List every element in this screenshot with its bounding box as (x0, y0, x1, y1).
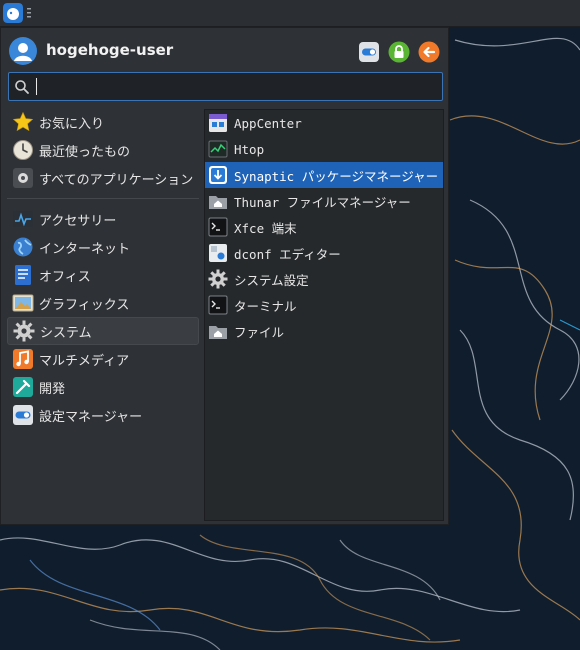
category-label: 開発 (39, 381, 66, 397)
accessories-icon (13, 211, 33, 227)
app-label: Synaptic パッケージマネージャー (234, 168, 439, 184)
settings-toggle-button[interactable] (358, 41, 380, 63)
panel-handle-icon[interactable] (26, 7, 32, 19)
app-item-terminal[interactable]: ターミナル (205, 292, 443, 318)
lock-screen-button[interactable] (388, 41, 410, 63)
store-icon (209, 114, 227, 132)
settings-gear-icon (208, 269, 228, 289)
category-multimedia[interactable]: マルチメディア (7, 345, 199, 373)
toggle-icon (13, 405, 33, 425)
category-recent[interactable]: 最近使ったもの (7, 136, 199, 164)
category-label: システム (40, 325, 92, 341)
category-label: オフィス (39, 269, 91, 285)
app-label: AppCenter (234, 115, 302, 131)
globe-icon (13, 237, 33, 257)
gear-icon (13, 320, 35, 342)
search-icon (15, 80, 29, 94)
username-label: hogehoge-user (46, 41, 174, 59)
category-settings-manager[interactable]: 設定マネージャー (7, 401, 199, 429)
app-item-system-settings[interactable]: システム設定 (205, 266, 443, 292)
category-label: 設定マネージャー (39, 409, 143, 425)
category-label: インターネット (39, 241, 131, 257)
category-favorites[interactable]: お気に入り (7, 108, 199, 136)
app-item-xfce-terminal[interactable]: Xfce 端末 (205, 214, 443, 240)
terminal-icon (208, 217, 228, 237)
category-system[interactable]: システム (7, 317, 199, 345)
home-folder-icon (209, 326, 227, 339)
category-divider (7, 198, 199, 199)
top-panel (0, 0, 580, 27)
hammer-icon (13, 377, 33, 397)
logout-button[interactable] (418, 41, 440, 63)
home-folder-icon (209, 196, 227, 209)
app-label: Xfce 端末 (234, 220, 297, 236)
app-item-files[interactable]: ファイル (205, 318, 443, 344)
package-download-icon (209, 166, 227, 184)
app-label: ファイル (234, 324, 285, 340)
text-cursor (36, 78, 37, 95)
app-label: ターミナル (234, 298, 297, 314)
app-item-dconf-editor[interactable]: dconf エディター (205, 240, 443, 266)
application-menu: hogehoge-user お気に入り 最近使ったもの すべてのアプリケーション… (0, 27, 449, 525)
category-all-applications[interactable]: すべてのアプリケーション (7, 164, 199, 192)
app-label: Thunar ファイルマネージャー (234, 194, 411, 210)
monitor-graph-icon (208, 140, 228, 158)
star-icon (12, 111, 34, 132)
menu-header: hogehoge-user (9, 37, 440, 67)
application-list: AppCenter Htop Synaptic パッケージマネージャー Thun… (204, 109, 444, 521)
category-label: アクセサリー (39, 213, 117, 229)
app-item-appcenter[interactable]: AppCenter (205, 110, 443, 136)
category-label: マルチメディア (39, 353, 130, 369)
category-list: お気に入り 最近使ったもの すべてのアプリケーション アクセサリー インターネッ… (7, 108, 199, 429)
music-icon (13, 349, 33, 369)
category-internet[interactable]: インターネット (7, 233, 199, 261)
category-accessories[interactable]: アクセサリー (7, 205, 199, 233)
search-input[interactable] (8, 72, 443, 101)
dconf-icon (209, 244, 227, 262)
clock-icon (13, 140, 33, 160)
terminal-icon (208, 295, 228, 315)
xfce-logo-icon[interactable] (3, 3, 23, 23)
app-label: システム設定 (234, 272, 309, 288)
category-office[interactable]: オフィス (7, 261, 199, 289)
category-development[interactable]: 開発 (7, 373, 199, 401)
category-label: すべてのアプリケーション (39, 172, 194, 188)
picture-icon (12, 294, 34, 312)
app-item-htop[interactable]: Htop (205, 136, 443, 162)
category-label: グラフィックス (39, 297, 130, 313)
category-label: 最近使ったもの (39, 144, 131, 160)
document-icon (15, 265, 31, 285)
app-label: Htop (234, 141, 265, 157)
gear-icon (13, 168, 33, 188)
category-graphics[interactable]: グラフィックス (7, 289, 199, 317)
app-item-thunar[interactable]: Thunar ファイルマネージャー (205, 188, 443, 214)
category-label: お気に入り (39, 116, 105, 132)
user-avatar-icon (9, 37, 37, 65)
app-label: dconf エディター (234, 246, 341, 262)
app-item-synaptic[interactable]: Synaptic パッケージマネージャー (205, 162, 443, 188)
